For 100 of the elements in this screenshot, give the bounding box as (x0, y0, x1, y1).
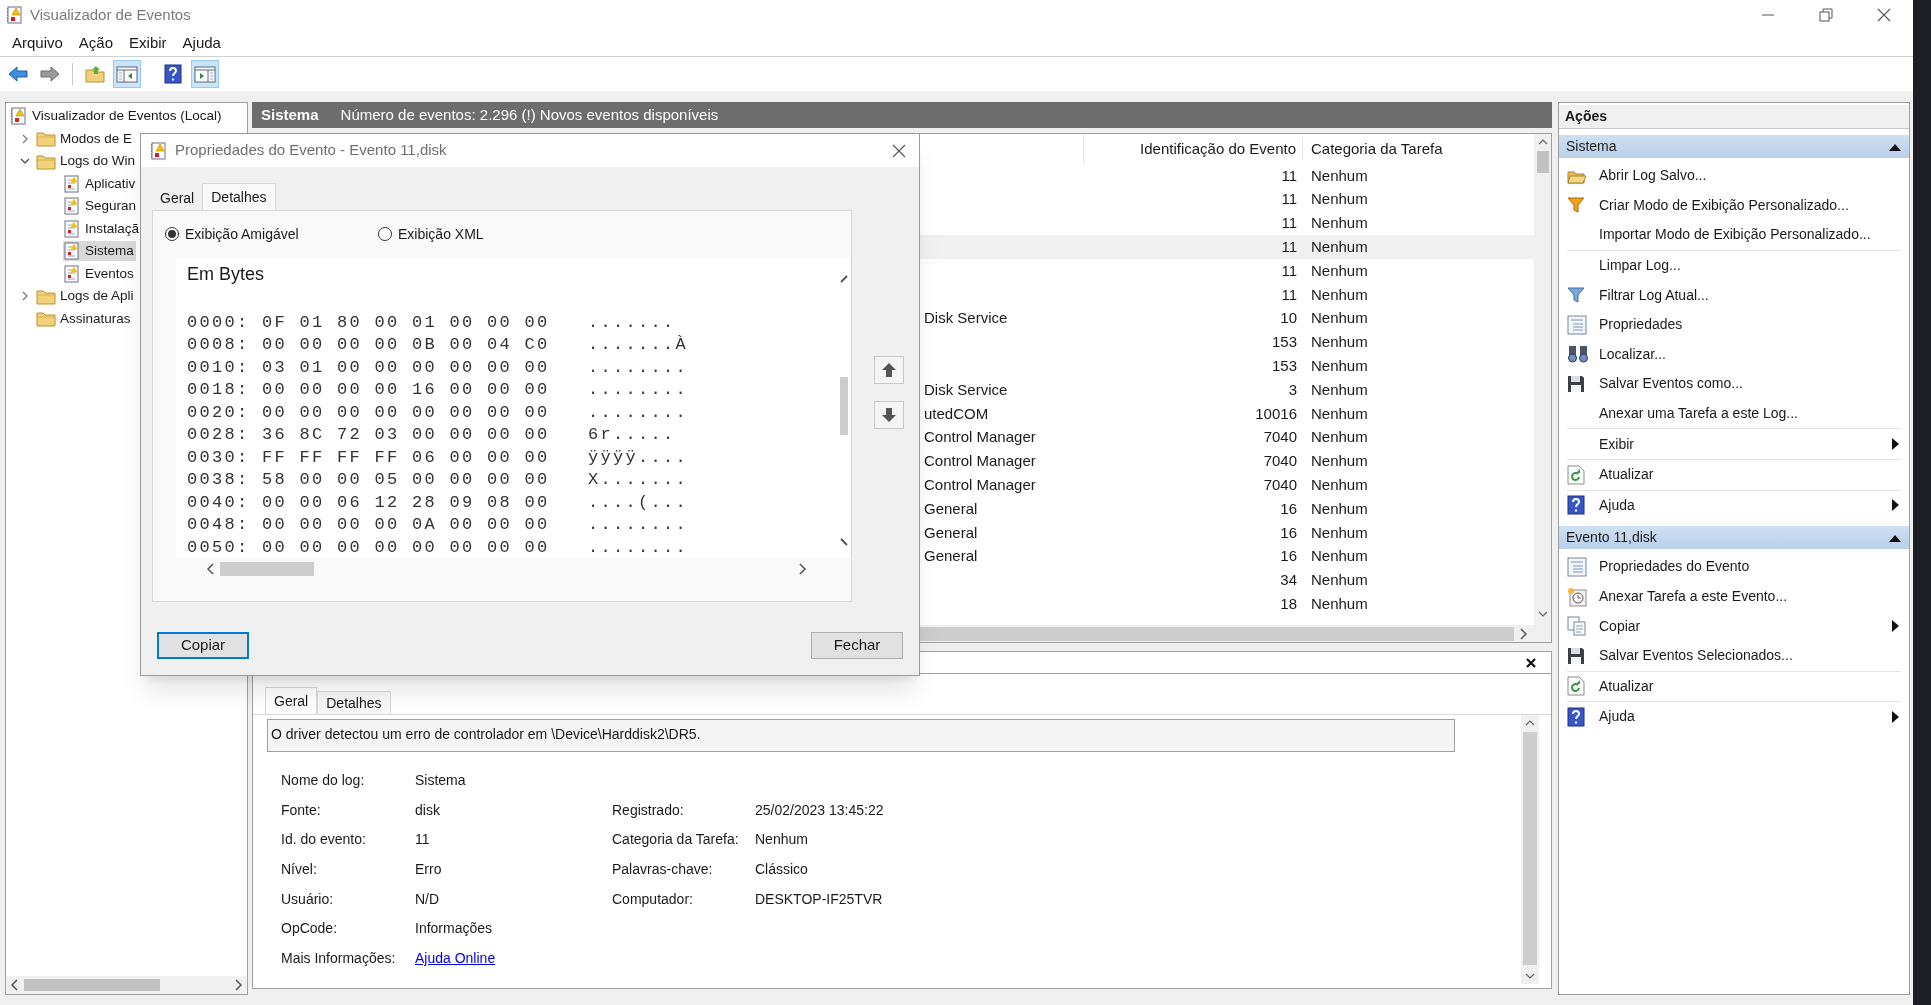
table-cell-text: 16 (1280, 498, 1297, 519)
menu-item[interactable]: Ajuda (174, 31, 229, 55)
panel-title: Ações (1559, 105, 1909, 129)
ascii-text: ........ (588, 379, 688, 401)
table-cell: General (924, 523, 978, 541)
tree-item[interactable]: Modos de E (60, 128, 133, 149)
log-name: Sistema (261, 104, 319, 125)
tree-item[interactable]: Aplicativ (85, 173, 136, 194)
tab[interactable]: Detalhes (317, 691, 391, 714)
move-up-button[interactable] (874, 356, 904, 384)
field-value: Sistema (415, 772, 466, 788)
scroll-up-icon (839, 275, 848, 283)
chevron-right-icon[interactable] (20, 291, 30, 302)
action-item[interactable]: Anexar uma Tarefa a este Log... (1599, 403, 1798, 425)
group-header[interactable]: Sistema (1566, 136, 1617, 157)
window-title: Visualizador de Eventos (30, 4, 191, 25)
close-icon (1876, 7, 1892, 23)
tab[interactable]: Geral (265, 687, 318, 714)
scrollbar-thumb[interactable] (220, 562, 314, 576)
table-cell: Nenhum (1311, 404, 1368, 422)
horizontal-scrollbar[interactable] (6, 976, 247, 994)
tree-item[interactable]: Seguran (85, 196, 137, 217)
dialog-button[interactable]: Copiar (157, 632, 249, 659)
table-cell: General (924, 499, 978, 517)
table-cell-text: 7040 (1263, 451, 1297, 472)
field-label: Usuário: (281, 890, 334, 907)
action-item[interactable]: Atualizar (1599, 464, 1654, 486)
collapse-icon[interactable] (1889, 533, 1901, 542)
restore-icon (1819, 8, 1833, 22)
scroll-left-icon (10, 979, 18, 991)
tab[interactable]: Geral (152, 187, 203, 210)
tab[interactable]: Detalhes (202, 183, 276, 210)
menu-item[interactable]: Ação (70, 31, 122, 55)
table-cell-text: 10016 (1255, 403, 1297, 424)
action-item[interactable]: Limpar Log... (1599, 255, 1681, 277)
move-down-button[interactable] (874, 401, 904, 429)
tree-item[interactable]: Visualizador de Eventos (Local) (32, 106, 222, 127)
tree-item[interactable]: Assinaturas (60, 308, 131, 329)
hex-bytes: 0038: 58 00 00 05 00 00 00 00 (187, 470, 550, 489)
folder-icon (36, 287, 56, 305)
action-item[interactable]: Propriedades do Evento (1599, 556, 1750, 578)
tree-item[interactable]: Eventos (85, 263, 134, 284)
action-item[interactable]: Propriedades (1599, 314, 1683, 336)
help-link[interactable]: Ajuda Online (415, 950, 496, 967)
table-cell: Nenhum (1311, 166, 1368, 184)
chevron-right-icon[interactable] (20, 133, 30, 144)
column-header[interactable]: Categoria da Tarefa (1303, 137, 1443, 161)
action-item[interactable]: Filtrar Log Atual... (1599, 284, 1709, 306)
column-header[interactable]: Identificação do Evento (1084, 137, 1303, 161)
scrollbar-thumb[interactable] (24, 979, 160, 991)
table-cell: Nenhum (1311, 571, 1368, 589)
action-item[interactable]: Exibir (1599, 433, 1634, 455)
properties-icon (1567, 314, 1587, 335)
field-label: Categoria da Tarefa: (612, 831, 739, 848)
hex-bytes: 0028: 36 8C 72 03 00 00 00 00 (187, 425, 550, 444)
dialog-button[interactable]: Fechar (811, 632, 903, 659)
scrollbar-thumb[interactable] (839, 377, 848, 435)
action-item[interactable]: Importar Modo de Exibição Personalizado... (1599, 224, 1871, 246)
ascii-text: ........ (588, 401, 688, 424)
vertical-scrollbar[interactable] (1534, 134, 1551, 642)
action-item[interactable]: Salvar Eventos como... (1599, 373, 1743, 395)
table-cell: Nenhum (1311, 523, 1368, 541)
tree-item[interactable]: Instalaçã (85, 218, 140, 239)
hex-bytes: 0008: 00 00 00 00 0B 00 04 C0 (187, 335, 550, 354)
action-item[interactable]: Ajuda (1599, 494, 1635, 516)
scrollbar-thumb[interactable] (1523, 732, 1537, 965)
action-item[interactable]: Criar Modo de Exibição Personalizado... (1599, 194, 1849, 216)
radio-button[interactable] (165, 227, 179, 241)
action-item[interactable]: Copiar (1599, 615, 1641, 637)
table-cell-text: 11 (1281, 237, 1297, 258)
table-cell: Nenhum (1311, 261, 1368, 279)
action-item[interactable]: Localizar... (1599, 343, 1666, 365)
copy-icon (1567, 616, 1587, 637)
field-value: Erro (415, 861, 442, 878)
log-icon (63, 219, 81, 238)
menu-item[interactable]: Exibir (121, 31, 175, 55)
table-cell-text: 3 (1288, 379, 1297, 400)
collapse-icon[interactable] (1889, 142, 1901, 151)
menu-item[interactable]: Arquivo (4, 31, 71, 55)
vertical-scrollbar[interactable] (837, 257, 850, 558)
ascii-text: ....... (588, 311, 676, 334)
radio-label: Exibição Amigável (185, 224, 299, 244)
radio-button[interactable] (378, 227, 392, 241)
action-item[interactable]: Abrir Log Salvo... (1599, 165, 1707, 187)
scrollbar-thumb[interactable] (1536, 151, 1549, 173)
help-icon (1567, 495, 1585, 516)
folder-icon (36, 310, 56, 328)
field-value: Nenhum (755, 831, 808, 848)
action-item[interactable]: Anexar Tarefa a este Evento... (1599, 586, 1788, 607)
action-item[interactable]: Ajuda (1599, 706, 1635, 728)
scroll-right-icon (235, 979, 243, 991)
field-label: Palavras-chave: (612, 861, 713, 878)
event-count: Número de eventos: 2.296 (!) Novos eventos disponíveis (340, 104, 719, 125)
field-label: Registrado: (612, 801, 684, 818)
table-cell: Control Manager (924, 452, 1036, 470)
vertical-scrollbar[interactable] (1521, 715, 1539, 984)
tree-item[interactable]: Logs de Apli (60, 286, 134, 307)
tree-item[interactable]: Logs do Win (60, 151, 136, 172)
action-item[interactable]: Salvar Eventos Selecionados... (1599, 645, 1793, 667)
action-item[interactable]: Atualizar (1599, 675, 1654, 697)
